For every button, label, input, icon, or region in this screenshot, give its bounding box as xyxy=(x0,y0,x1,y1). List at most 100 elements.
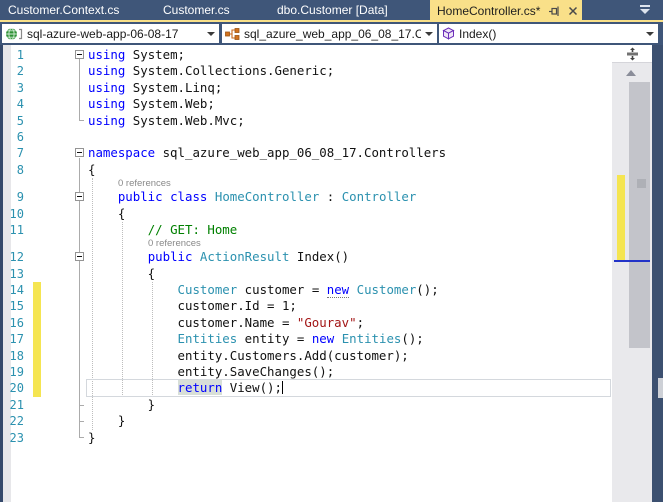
code-line-text: using System.Web.Mvc; xyxy=(88,112,245,128)
fold-toggle-icon[interactable] xyxy=(75,252,84,262)
tab-customer-context[interactable]: Customer.Context.cs xyxy=(8,3,119,17)
chevron-down-icon xyxy=(425,31,433,36)
pin-icon[interactable] xyxy=(548,5,560,17)
code-line-text: } xyxy=(88,413,126,429)
code-rows[interactable]: 1 using System; 2 using System.Collections.… xyxy=(0,47,612,446)
line-number: 14 xyxy=(9,283,24,298)
member-dropdown[interactable]: Index() xyxy=(439,24,658,43)
fold-toggle-icon[interactable] xyxy=(75,192,84,202)
code-line[interactable]: 3 using System.Linq; xyxy=(0,80,612,96)
code-line[interactable]: 22 } xyxy=(0,413,612,429)
fold-toggle-icon[interactable] xyxy=(75,50,84,59)
code-line-text: using System.Web; xyxy=(88,96,215,112)
code-line[interactable]: 4 using System.Web; xyxy=(0,96,612,112)
code-line[interactable]: 13 { xyxy=(0,266,612,282)
change-bar xyxy=(33,282,41,299)
line-number: 4 xyxy=(16,97,24,112)
change-bar xyxy=(33,347,41,365)
change-bar xyxy=(33,314,41,332)
code-line[interactable]: 18 entity.Customers.Add(customer); xyxy=(0,347,612,365)
change-bar xyxy=(33,380,41,397)
codelens-references[interactable]: 0 references xyxy=(148,238,201,249)
code-line-text: entity.SaveChanges(); xyxy=(88,364,335,380)
tab-homecontroller-active[interactable]: HomeController.cs* xyxy=(430,0,582,22)
change-bar xyxy=(33,298,41,315)
split-window-handle[interactable] xyxy=(612,45,652,63)
code-line[interactable]: 9 public class HomeController : Controll… xyxy=(0,189,612,205)
code-line-text: customer.Name = "Gourav"; xyxy=(88,314,365,330)
code-line[interactable]: 10 { xyxy=(0,206,612,222)
line-number: 3 xyxy=(16,80,24,95)
vertical-scrollbar[interactable] xyxy=(612,45,652,502)
tab-customer[interactable]: Customer.cs xyxy=(163,3,230,17)
codelens-row: 0 references xyxy=(0,178,612,189)
code-line-text: { xyxy=(88,161,96,177)
fold-toggle-icon[interactable] xyxy=(75,148,84,158)
code-line[interactable]: 6 xyxy=(0,129,612,145)
active-tab-label: HomeController.cs* xyxy=(437,4,541,18)
vs-editor-window: Customer.Context.cs Customer.cs dbo.Cust… xyxy=(0,0,663,502)
line-number: 20 xyxy=(9,381,24,396)
code-line-text: } xyxy=(88,396,156,412)
close-icon[interactable] xyxy=(568,6,578,16)
code-line[interactable]: 12 public ActionResult Index() xyxy=(0,249,612,265)
line-number: 10 xyxy=(9,206,24,221)
code-line-text: using System.Collections.Generic; xyxy=(88,63,335,79)
code-line-text: { xyxy=(88,205,126,221)
splitter-icon xyxy=(626,47,638,60)
project-dropdown[interactable]: sql-azure-web-app-06-08-17 xyxy=(2,24,219,43)
code-line[interactable]: 2 using System.Collections.Generic; xyxy=(0,63,612,79)
line-number: 17 xyxy=(9,332,24,347)
line-number: 7 xyxy=(16,146,24,161)
line-number: 11 xyxy=(9,222,24,237)
code-line-text: public class HomeController : Controller xyxy=(117,189,417,205)
code-line[interactable]: 23} xyxy=(0,430,612,446)
code-line[interactable]: 11 // GET: Home xyxy=(0,222,612,238)
code-line-text: Entities entity = new Entities(); xyxy=(177,331,424,347)
code-line-text: // GET: Home xyxy=(147,221,238,237)
tab-dbo-customer-data[interactable]: dbo.Customer [Data] xyxy=(277,3,388,17)
code-line[interactable]: 21 } xyxy=(0,397,612,413)
line-number: 21 xyxy=(9,397,24,412)
code-line[interactable]: 7 namespace sql_azure_web_app_06_08_17.Co… xyxy=(0,145,612,161)
line-number: 12 xyxy=(9,250,24,265)
scrollbar-thumb[interactable] xyxy=(629,82,650,348)
code-line[interactable]: 1 using System; xyxy=(0,47,612,63)
code-line-text: using System; xyxy=(88,47,185,62)
line-number: 5 xyxy=(16,113,24,128)
line-number: 15 xyxy=(9,299,24,314)
line-number: 9 xyxy=(16,190,24,205)
codelens-references[interactable]: 0 references xyxy=(118,178,171,189)
chevron-down-icon[interactable] xyxy=(639,5,651,16)
code-line[interactable]: 19 entity.SaveChanges(); xyxy=(0,364,612,381)
line-number: 1 xyxy=(16,48,24,62)
scroll-up-arrow-icon[interactable] xyxy=(626,70,636,76)
scrollbar-thumb-grip xyxy=(637,179,646,188)
line-number: 13 xyxy=(9,266,24,281)
document-tab-bar: Customer.Context.cs Customer.cs dbo.Cust… xyxy=(0,0,663,22)
code-line-text: entity.Customers.Add(customer); xyxy=(88,347,409,363)
code-line[interactable]: 20 return View(); xyxy=(0,379,612,397)
line-number: 8 xyxy=(16,162,24,177)
code-line[interactable]: 5 using System.Web.Mvc; xyxy=(0,113,612,129)
codelens-row: 0 references xyxy=(0,238,612,249)
type-dropdown[interactable]: sql_azure_web_app_06_08_17.Cont xyxy=(222,24,437,43)
code-line[interactable]: 14 Customer customer = new Customer(); xyxy=(0,282,612,299)
chevron-down-icon xyxy=(207,31,215,36)
code-line[interactable]: 16 customer.Name = "Gourav"; xyxy=(0,314,612,332)
line-number: 16 xyxy=(9,315,24,330)
navigation-bar: sql-azure-web-app-06-08-17 sql_azure_web… xyxy=(0,22,663,45)
code-line[interactable]: 17 Entities entity = new Entities(); xyxy=(0,331,612,348)
line-number: 18 xyxy=(9,348,24,363)
web-project-icon xyxy=(6,27,23,40)
code-line[interactable]: 8{ xyxy=(0,162,612,178)
code-line-text: Customer customer = new Customer(); xyxy=(177,282,439,299)
code-editor[interactable]: 1 using System; 2 using System.Collections.… xyxy=(0,45,612,502)
code-line-text: customer.Id = 1; xyxy=(88,298,297,314)
code-line-text: } xyxy=(88,429,96,445)
method-icon xyxy=(442,27,455,40)
code-line[interactable]: 15 customer.Id = 1; xyxy=(0,298,612,315)
change-bar xyxy=(33,364,41,381)
code-line-text: { xyxy=(88,265,156,281)
scrollbar-caret-marker xyxy=(614,260,650,262)
